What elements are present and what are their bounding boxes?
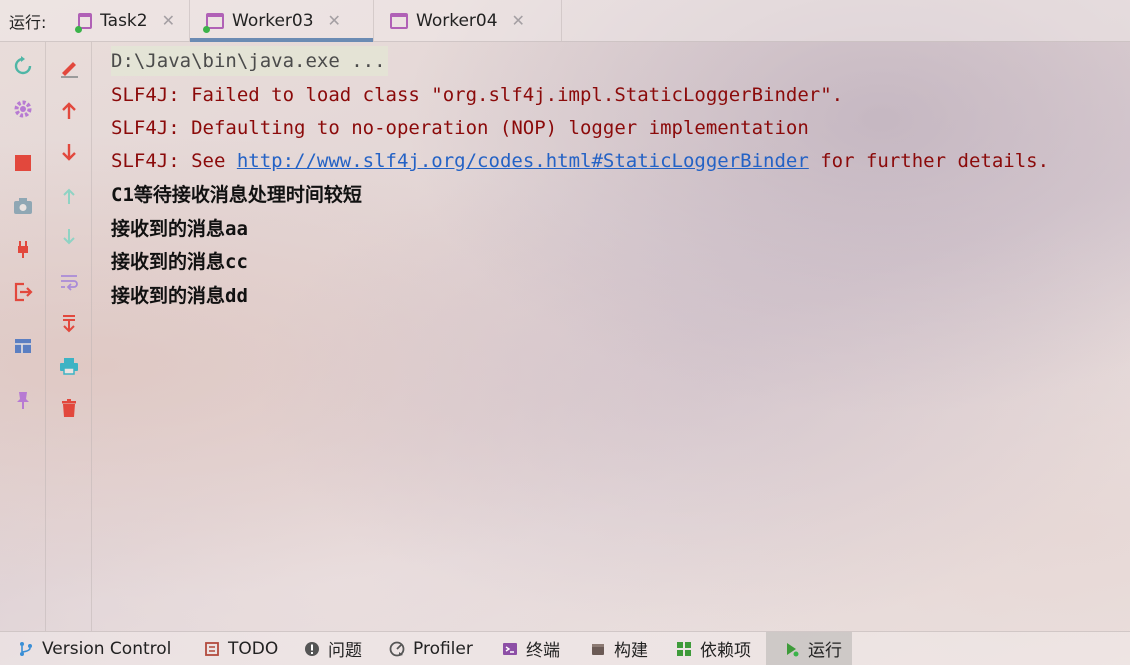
- tab-task2[interactable]: Task2 ✕: [62, 0, 190, 41]
- run-label: 运行: [808, 641, 842, 661]
- terminal-label: 终端: [526, 641, 560, 661]
- tab-label: Worker04: [416, 10, 498, 31]
- build-label: 构建: [614, 641, 648, 661]
- up-arrow-icon[interactable]: [46, 97, 92, 125]
- console-error-line: SLF4J: Failed to load class "org.slf4j.i…: [111, 84, 844, 106]
- version-control-label: Version Control: [42, 638, 172, 659]
- trash-icon[interactable]: [46, 394, 92, 422]
- tab-label: Worker03: [232, 10, 314, 31]
- tab-label: Task2: [100, 10, 148, 31]
- close-icon[interactable]: ✕: [162, 11, 175, 30]
- screenshot-icon[interactable]: [0, 192, 46, 220]
- run-label: 运行:: [9, 12, 47, 32]
- run-toolbar-left: [0, 42, 46, 631]
- terminal-button[interactable]: 终端: [492, 632, 580, 665]
- stop-icon[interactable]: [0, 149, 46, 177]
- console-link[interactable]: http://www.slf4j.org/codes.html#StaticLo…: [237, 150, 809, 172]
- terminal-icon: [502, 641, 518, 657]
- exit-icon[interactable]: [0, 278, 46, 306]
- clear-icon[interactable]: [46, 54, 92, 82]
- profiler-button[interactable]: Profiler: [379, 632, 492, 665]
- console-see-prefix: SLF4J: See: [111, 150, 237, 172]
- close-icon[interactable]: ✕: [328, 11, 341, 30]
- run-button[interactable]: 运行: [766, 632, 852, 665]
- settings-icon[interactable]: [0, 95, 46, 123]
- layout-icon[interactable]: [0, 332, 46, 360]
- version-control-button[interactable]: Version Control: [0, 632, 194, 665]
- tab-worker03[interactable]: Worker03 ✕: [190, 0, 374, 42]
- console-output-line: 接收到的消息aa: [111, 218, 248, 240]
- dependencies-label: 依赖项: [700, 641, 751, 661]
- up-stack-icon[interactable]: [46, 182, 92, 210]
- branch-icon: [18, 641, 34, 657]
- problems-label: 问题: [328, 641, 362, 661]
- dependencies-icon: [676, 641, 692, 657]
- print-icon[interactable]: [46, 352, 92, 380]
- console-output-line: 接收到的消息cc: [111, 251, 248, 273]
- attach-debugger-icon[interactable]: [0, 235, 46, 263]
- profiler-icon: [389, 641, 405, 657]
- console-output-line: C1等待接收消息处理时间较短: [111, 184, 362, 206]
- console-command-line: D:\Java\bin\java.exe ...: [111, 46, 388, 76]
- run-config-icon: [75, 12, 93, 33]
- todo-label: TODO: [228, 638, 279, 659]
- console-output-line: 接收到的消息dd: [111, 285, 248, 307]
- tab-worker04[interactable]: Worker04 ✕: [374, 0, 562, 41]
- console-error-line: SLF4J: See http://www.slf4j.org/codes.ht…: [111, 146, 1049, 176]
- todo-button[interactable]: TODO: [194, 632, 294, 665]
- run-config-icon: [203, 12, 224, 33]
- console-error-line: SLF4J: Defaulting to no-operation (NOP) …: [111, 117, 809, 139]
- dependencies-button[interactable]: 依赖项: [666, 632, 766, 665]
- run-icon: [784, 641, 800, 657]
- soft-wrap-icon[interactable]: [46, 267, 92, 295]
- run-tab-bar: 运行: Task2 ✕ Worker03 ✕ Worker04 ✕: [0, 0, 1130, 42]
- problems-button[interactable]: 问题: [294, 632, 379, 665]
- todo-icon: [204, 641, 220, 657]
- problems-icon: [304, 641, 320, 657]
- scroll-to-end-icon[interactable]: [46, 309, 92, 337]
- build-icon: [590, 641, 606, 657]
- pin-icon[interactable]: [0, 386, 46, 414]
- console-see-suffix: for further details.: [808, 150, 1050, 172]
- profiler-label: Profiler: [413, 638, 473, 659]
- down-arrow-icon[interactable]: [46, 138, 92, 166]
- rerun-icon[interactable]: [0, 52, 46, 80]
- run-toolbar-right: [46, 42, 92, 631]
- down-stack-icon[interactable]: [46, 223, 92, 251]
- close-icon[interactable]: ✕: [512, 11, 525, 30]
- build-button[interactable]: 构建: [580, 632, 666, 665]
- tool-window-bar: Version Control TODO 问题 Profiler 终端 构建 依…: [0, 631, 1130, 665]
- run-config-icon: [390, 12, 408, 29]
